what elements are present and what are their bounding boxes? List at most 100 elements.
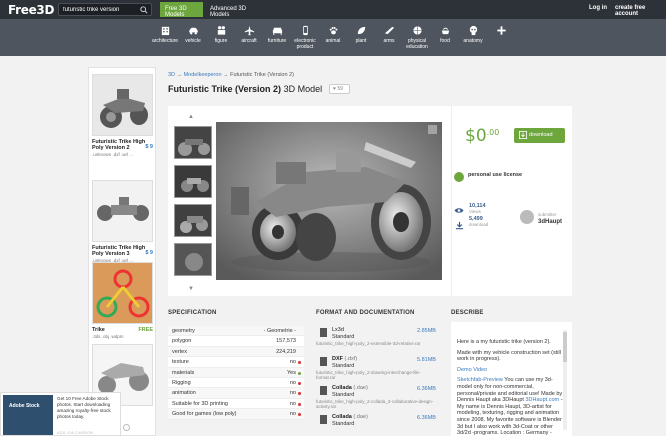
related-model-title[interactable]: Futuristic Trike High Poly Version 2 xyxy=(92,139,153,151)
spec-value: - Geometrie - xyxy=(263,328,296,334)
download-icon xyxy=(519,131,527,139)
ad-image[interactable]: Adobe Stock xyxy=(3,395,53,435)
related-model-thumbnail[interactable] xyxy=(92,180,153,242)
file-standard: Standard xyxy=(332,421,355,427)
spec-value: 224,219 xyxy=(276,348,296,355)
category-label: plant xyxy=(355,38,367,44)
gallery-thumbnail[interactable] xyxy=(174,165,212,198)
file-size[interactable]: 2.85MB xyxy=(417,328,436,334)
submitter-label: submitter xyxy=(538,212,557,217)
spec-row: Rigging no xyxy=(168,378,304,389)
file-format-name: DXF xyxy=(332,356,343,362)
category-label: electronic product xyxy=(294,38,316,50)
downloads-label: download xyxy=(469,222,489,227)
license-icon xyxy=(454,172,464,182)
ad-banner[interactable]: Adobe Stock Get 10 Free Adobe Stock phot… xyxy=(0,392,121,436)
description-paragraph: Made with my vehicle construction set (s… xyxy=(457,349,561,363)
file-item[interactable]: DXF (.dxf) Standard 5.81MB futuristic_tr… xyxy=(316,355,436,384)
category-label: furniture xyxy=(267,38,287,44)
related-model-thumbnail[interactable] xyxy=(92,74,153,136)
ad-footer[interactable]: ADS VIA CARBON xyxy=(57,431,93,435)
spec-row: materials Yes xyxy=(168,367,304,378)
related-model-card[interactable]: Futuristic Trike High Poly Version 3 $ 9… xyxy=(92,180,153,263)
thumbnail-strip xyxy=(174,126,212,282)
file-item[interactable]: Collada (.dae) Standard 6.36MB xyxy=(316,413,436,436)
login-link[interactable]: Log in xyxy=(589,5,607,11)
file-size[interactable]: 6.36MB xyxy=(417,386,436,392)
like-count: 59 xyxy=(337,86,343,92)
specification-heading: SPECIFICATION xyxy=(168,310,217,316)
file-name: futuristic_trike_high-poly_2-extensible-… xyxy=(316,341,421,346)
file-size[interactable]: 5.81MB xyxy=(417,357,436,363)
specification-table: geometry - Geometrie - polygon 157,573 ver… xyxy=(168,326,304,420)
thumbs-down-arrow-icon[interactable]: ▼ xyxy=(188,286,194,292)
file-size[interactable]: 6.36MB xyxy=(417,415,436,421)
top-bar: Free3D Free 3D Models Advanced 3D Models… xyxy=(0,0,666,19)
close-icon[interactable] xyxy=(123,424,130,431)
fullscreen-button[interactable] xyxy=(428,125,437,134)
file-name: futuristic_trike_high-poly_2-collada_3-c… xyxy=(316,399,434,409)
model-stats: 10,114 Views 5,499 download xyxy=(469,203,488,229)
file-standard: Standard xyxy=(332,392,355,398)
category-label: animal xyxy=(325,38,341,44)
category-label: food xyxy=(440,38,450,44)
spec-value: no xyxy=(289,359,296,366)
spec-row: Suitable for 3D printing no xyxy=(168,399,304,410)
author-site-link[interactable]: 3DHaupt.com xyxy=(525,397,559,403)
spec-label: Good for games (low poly) xyxy=(172,411,237,418)
category-label: figure xyxy=(214,38,228,44)
spec-row: animation no xyxy=(168,388,304,399)
car-icon xyxy=(188,27,198,35)
search-icon[interactable] xyxy=(140,6,148,14)
related-model-thumbnail[interactable] xyxy=(92,262,153,324)
spec-label: animation xyxy=(172,390,196,397)
category-bar: architecture vehicle figure aircraft fur… xyxy=(0,19,666,56)
gallery-thumbnail[interactable] xyxy=(174,126,212,159)
ad-text[interactable]: Get 10 Free Adobe Stock photos. Start do… xyxy=(57,396,119,420)
demo-video-link[interactable]: Demo Video xyxy=(457,367,566,374)
category-more[interactable] xyxy=(483,25,519,38)
site-logo[interactable]: Free3D xyxy=(8,3,54,17)
status-dot-red xyxy=(298,392,301,396)
download-button[interactable]: download xyxy=(514,128,565,143)
breadcrumb-item[interactable]: 3D xyxy=(168,72,175,78)
file-item[interactable]: Collada (.dae) Standard 6.36MB futuristi… xyxy=(316,384,436,413)
create-account-link[interactable]: create free account xyxy=(615,5,666,17)
file-icon xyxy=(320,328,327,337)
license-link[interactable]: personal use license xyxy=(468,172,522,178)
related-model-title[interactable]: Futuristic Trike High Poly Version 3 xyxy=(92,245,153,257)
gallery-thumbnail[interactable] xyxy=(174,204,212,237)
search-input[interactable] xyxy=(63,5,139,15)
like-button[interactable]: ♥ 59 xyxy=(329,84,350,94)
nav-advanced-3d-models[interactable]: Advanced 3D Models xyxy=(205,2,261,18)
rifle-icon xyxy=(384,26,394,35)
status-dot-red xyxy=(298,381,301,385)
model-preview-image[interactable] xyxy=(216,122,442,280)
related-model-price: $ 9 xyxy=(145,144,153,150)
related-model-card[interactable]: Futuristic Trike High Poly Version 2 $ 9… xyxy=(92,74,153,157)
scrollbar-thumb[interactable] xyxy=(563,332,567,362)
spec-row: geometry - Geometrie - xyxy=(168,326,304,337)
related-model-price: FREE xyxy=(138,327,153,333)
category-label: anatomy xyxy=(463,38,483,44)
breadcrumb-item[interactable]: Modelkeeperon xyxy=(184,72,222,78)
submitter-name[interactable]: 3dHaupt xyxy=(538,219,562,225)
file-format: Collada (.dae) xyxy=(332,414,368,420)
file-item[interactable]: Lx3d Standard 2.85MB futuristic_trike_hi… xyxy=(316,326,436,355)
spec-value: no xyxy=(289,379,296,386)
file-icon xyxy=(320,415,327,424)
file-extension: (.dae) xyxy=(353,414,368,420)
related-model-formats: .3ds .obj .wdpm xyxy=(92,334,124,339)
gallery-thumbnail[interactable] xyxy=(174,243,212,276)
phone-icon xyxy=(302,25,308,36)
spec-row: vertex 224,219 xyxy=(168,346,304,358)
ball-icon xyxy=(412,26,422,35)
related-model-card[interactable]: Trike FREE .3ds .obj .wdpm xyxy=(92,262,153,339)
sketchfab-link[interactable]: Sketchfab-Preview xyxy=(457,377,503,383)
spec-value: no xyxy=(289,411,296,418)
nav-free-3d-models[interactable]: Free 3D Models xyxy=(160,2,203,18)
avatar[interactable] xyxy=(520,210,534,224)
search-box xyxy=(58,3,152,16)
thumbs-up-arrow-icon[interactable]: ▲ xyxy=(188,114,194,120)
model-type: 3D Model xyxy=(283,84,323,94)
